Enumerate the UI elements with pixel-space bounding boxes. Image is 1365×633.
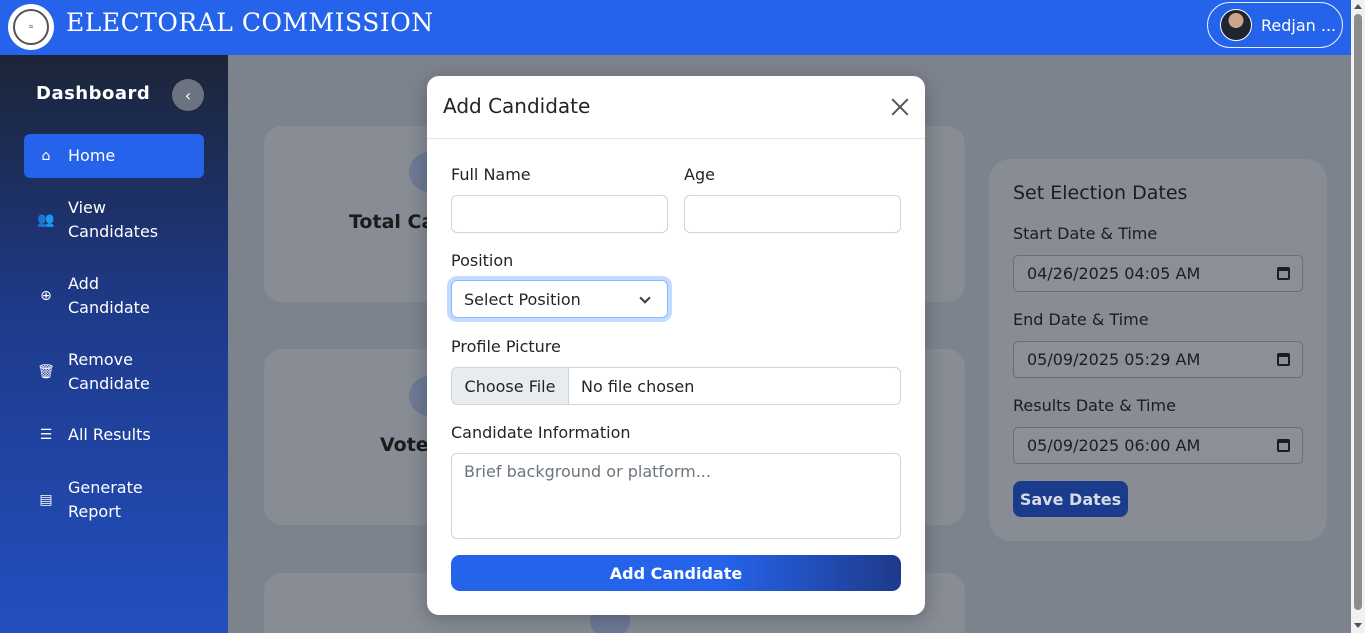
user-avatar — [1220, 9, 1252, 41]
sidebar-item-label: All Results — [68, 425, 151, 444]
sidebar-item-add-candidate[interactable]: ⊕ Add Candidate — [24, 272, 184, 320]
plus-circle-icon: ⊕ — [40, 288, 52, 304]
trash-icon: 🗑 — [37, 364, 55, 380]
election-dates-title: Set Election Dates — [1013, 182, 1188, 204]
choose-file-button[interactable]: Choose File — [452, 368, 569, 404]
results-date-value: 05/09/2025 06:00 AM — [1027, 436, 1201, 455]
page-scrollbar[interactable] — [1351, 0, 1365, 633]
start-date-input[interactable]: 04/26/2025 04:05 AM — [1013, 255, 1303, 292]
start-date-label: Start Date & Time — [1013, 224, 1158, 243]
app-title: ELECTORAL COMMISSION — [66, 8, 434, 37]
full-name-label: Full Name — [451, 165, 531, 184]
end-date-input[interactable]: 05/09/2025 05:29 AM — [1013, 341, 1303, 378]
calendar-icon[interactable] — [1277, 353, 1290, 366]
sidebar: Dashboard ‹ ⌂ Home 👥 View Candidates ⊕ A… — [0, 55, 228, 633]
scroll-up-arrow-icon[interactable] — [1354, 4, 1362, 9]
calendar-icon[interactable] — [1277, 439, 1290, 452]
candidate-info-label: Candidate Information — [451, 423, 631, 442]
home-icon: ⌂ — [41, 148, 51, 164]
user-menu-button[interactable]: Redjan ... — [1207, 2, 1343, 48]
add-candidate-modal: Add Candidate Full Name Age Position Sel… — [427, 76, 925, 615]
position-select[interactable]: Select Position — [451, 280, 668, 318]
file-status-text: No file chosen — [581, 376, 695, 396]
user-name: Redjan ... — [1261, 15, 1337, 35]
age-input[interactable] — [684, 195, 901, 233]
electoral-commission-logo: ⚖ — [8, 4, 54, 50]
start-date-value: 04/26/2025 04:05 AM — [1027, 264, 1201, 283]
close-icon[interactable] — [889, 96, 911, 118]
modal-title: Add Candidate — [443, 94, 591, 118]
sidebar-item-label: Remove Candidate — [68, 350, 150, 393]
chevron-left-icon: ‹ — [184, 85, 192, 105]
chevron-down-icon — [639, 292, 651, 304]
top-header: ⚖ ELECTORAL COMMISSION Redjan ... — [0, 0, 1351, 55]
sidebar-item-label: Home — [68, 146, 116, 165]
modal-header: Add Candidate — [427, 76, 925, 139]
sidebar-item-all-results[interactable]: ☰ All Results — [24, 423, 204, 447]
scroll-down-arrow-icon[interactable] — [1354, 623, 1362, 628]
add-candidate-button[interactable]: Add Candidate — [451, 555, 901, 591]
sidebar-item-label: Generate Report — [68, 478, 143, 521]
sidebar-item-label: View Candidates — [68, 198, 159, 241]
calendar-icon[interactable] — [1277, 267, 1290, 280]
position-select-value: Select Position — [464, 289, 581, 309]
sidebar-item-home[interactable]: ⌂ Home — [24, 134, 204, 178]
scrollbar-thumb[interactable] — [1354, 14, 1362, 610]
results-date-input[interactable]: 05/09/2025 06:00 AM — [1013, 427, 1303, 464]
stat-card-label: Vote — [380, 434, 429, 456]
results-date-label: Results Date & Time — [1013, 396, 1176, 415]
sidebar-item-remove-candidate[interactable]: 🗑 Remove Candidate — [24, 348, 184, 396]
profile-picture-label: Profile Picture — [451, 337, 561, 356]
profile-picture-file-input[interactable]: Choose File No file chosen — [451, 367, 901, 405]
list-icon: ☰ — [39, 427, 53, 443]
position-label: Position — [451, 251, 514, 270]
age-label: Age — [684, 165, 715, 184]
sidebar-title: Dashboard — [36, 83, 151, 104]
full-name-input[interactable] — [451, 195, 668, 233]
sidebar-item-label: Add Candidate — [68, 274, 150, 317]
sidebar-collapse-button[interactable]: ‹ — [172, 79, 204, 111]
sidebar-item-view-candidates[interactable]: 👥 View Candidates — [24, 196, 184, 244]
report-icon: ▤ — [39, 492, 53, 508]
sidebar-item-generate-report[interactable]: ▤ Generate Report — [24, 476, 184, 524]
end-date-value: 05/09/2025 05:29 AM — [1027, 350, 1201, 369]
users-icon: 👥 — [37, 212, 55, 228]
logo-seal: ⚖ — [13, 9, 49, 45]
candidate-info-textarea[interactable] — [451, 453, 901, 539]
stat-card-label: Total Ca — [349, 211, 435, 233]
end-date-label: End Date & Time — [1013, 310, 1149, 329]
save-dates-button[interactable]: Save Dates — [1013, 481, 1128, 517]
